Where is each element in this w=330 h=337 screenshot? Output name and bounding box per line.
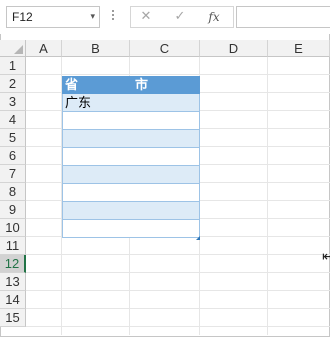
gridline	[26, 326, 330, 327]
row-header-12[interactable]: 12	[0, 255, 26, 273]
column-header-c[interactable]: C	[130, 40, 200, 57]
row-header-14[interactable]: 14	[0, 291, 26, 309]
header-cell-city[interactable]: 市	[135, 76, 148, 93]
formula-bar: F12 ▾ ✕ ✓ fx	[0, 0, 330, 34]
row-header-9[interactable]: 9	[0, 201, 26, 219]
row-header-11[interactable]: 11	[0, 237, 26, 255]
row-header-13[interactable]: 13	[0, 273, 26, 291]
formula-buttons: ✕ ✓ fx	[130, 6, 234, 28]
row-header-10[interactable]: 10	[0, 219, 26, 237]
select-all-triangle-icon	[14, 45, 23, 54]
table-row[interactable]: 广东	[62, 94, 200, 112]
row-header-4[interactable]: 4	[0, 111, 26, 129]
insert-function-icon[interactable]: fx	[203, 9, 225, 25]
table-resize-handle-icon[interactable]	[196, 236, 200, 240]
column-header-b[interactable]: B	[62, 40, 130, 57]
row-header-7[interactable]: 7	[0, 165, 26, 183]
column-header-e[interactable]: E	[268, 40, 330, 57]
table-row[interactable]	[62, 166, 200, 184]
table-row[interactable]	[62, 202, 200, 220]
row-header-2[interactable]: 2	[0, 75, 26, 93]
gridline	[267, 57, 268, 335]
name-box-value: F12	[12, 10, 33, 24]
column-header-a[interactable]: A	[26, 40, 62, 57]
gridline	[26, 74, 330, 75]
cancel-icon[interactable]: ✕	[135, 9, 157, 25]
row-header-6[interactable]: 6	[0, 147, 26, 165]
row-header-15[interactable]: 15	[0, 309, 26, 327]
header-cell-province[interactable]: 省	[65, 76, 78, 93]
table-row[interactable]	[62, 148, 200, 166]
table-row[interactable]	[62, 220, 200, 238]
row-header-8[interactable]: 8	[0, 183, 26, 201]
row-header-3[interactable]: 3	[0, 93, 26, 111]
gridline	[26, 290, 330, 291]
row-header-1[interactable]: 1	[0, 57, 26, 75]
enter-check-icon[interactable]: ✓	[169, 9, 191, 25]
table-row[interactable]	[62, 130, 200, 148]
gridline	[26, 254, 330, 255]
column-header-d[interactable]: D	[200, 40, 268, 57]
row-header-5[interactable]: 5	[0, 129, 26, 147]
table-row[interactable]	[62, 184, 200, 202]
table-header-row[interactable]: 省 市	[62, 76, 200, 94]
gridline	[26, 308, 330, 309]
pointer-cursor-icon: ⇤	[322, 249, 330, 265]
table-cell[interactable]: 广东	[65, 94, 91, 111]
drag-handle-icon[interactable]	[110, 8, 116, 26]
table-row[interactable]	[62, 112, 200, 130]
select-all-button[interactable]	[0, 40, 26, 57]
chevron-down-icon[interactable]: ▾	[90, 7, 95, 27]
formula-input[interactable]	[236, 6, 330, 28]
gridline	[26, 272, 330, 273]
name-box[interactable]: F12 ▾	[6, 6, 100, 28]
